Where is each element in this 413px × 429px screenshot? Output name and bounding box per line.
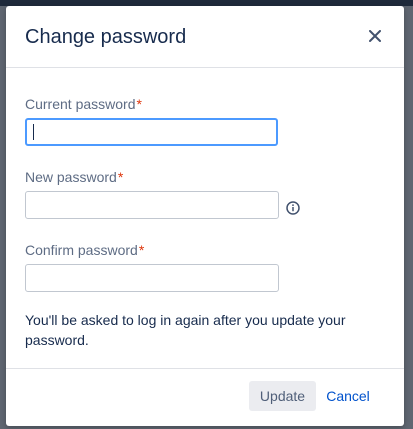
change-password-dialog: Change password Current password* New pa…	[6, 6, 404, 426]
current-password-input[interactable]	[25, 118, 278, 146]
required-marker: *	[138, 242, 145, 258]
cancel-button[interactable]: Cancel	[321, 381, 375, 411]
close-button[interactable]	[364, 25, 386, 47]
info-icon[interactable]	[286, 201, 300, 215]
dialog-footer: Update Cancel	[6, 368, 404, 426]
new-password-label: New password*	[25, 169, 124, 185]
required-marker: *	[117, 169, 124, 185]
confirm-password-label: Confirm password*	[25, 242, 145, 258]
current-password-label: Current password*	[25, 96, 142, 112]
text-cursor	[33, 124, 34, 140]
dialog-header: Change password	[6, 6, 404, 68]
update-button[interactable]: Update	[249, 381, 316, 411]
required-marker: *	[136, 96, 142, 112]
confirm-password-input[interactable]	[25, 264, 279, 292]
close-icon	[369, 30, 381, 42]
dialog-title: Change password	[25, 26, 187, 48]
relogin-note: You'll be asked to log in again after yo…	[25, 312, 346, 348]
new-password-input[interactable]	[25, 191, 279, 219]
